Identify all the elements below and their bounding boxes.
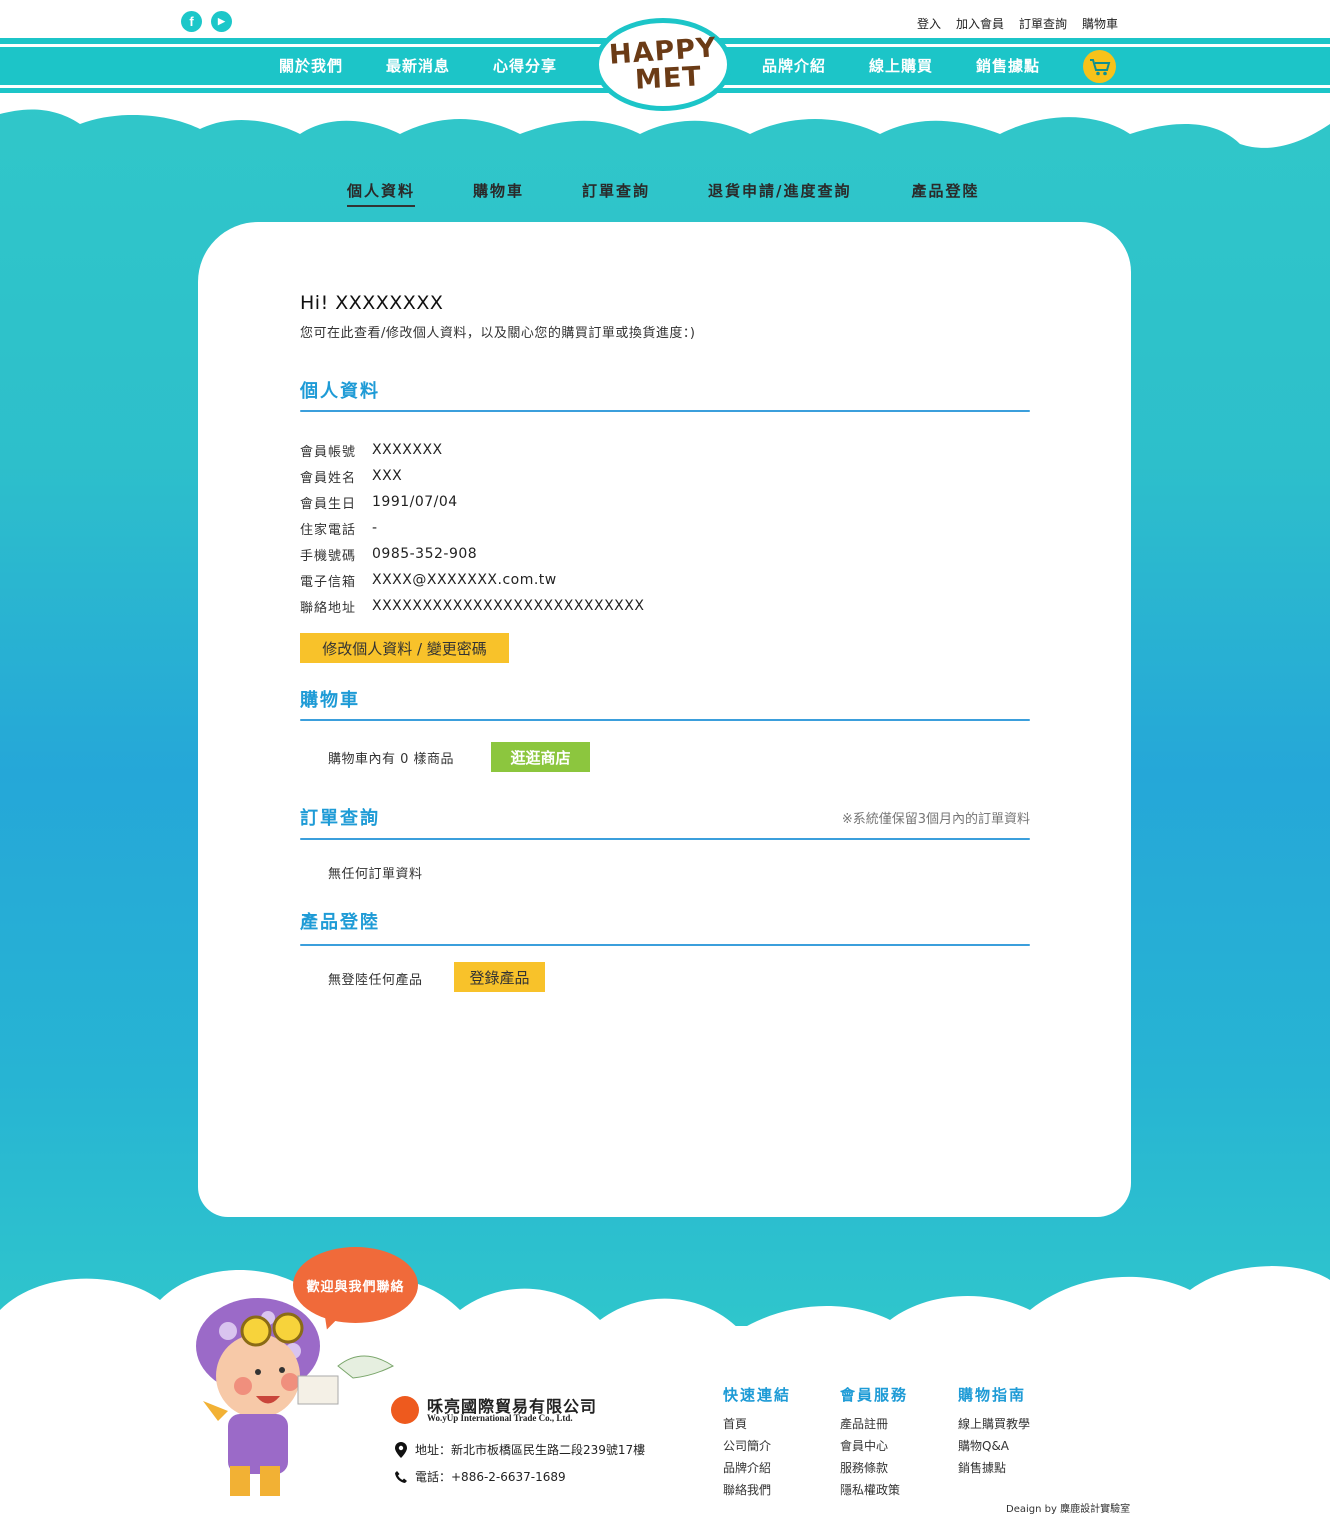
youtube-icon[interactable]: ▶ [211,11,232,32]
footer-shopping-guide: 購物指南 線上購買教學 購物Q&A 銷售據點 [958,1384,1030,1481]
products-section-title: 產品登陸 [300,912,380,933]
top-links: 登入 加入會員 訂單查詢 購物車 [917,15,1118,32]
nav-news[interactable]: 最新消息 [386,55,450,76]
register-product-button[interactable]: 登錄產品 [454,962,545,992]
section-divider [300,944,1030,946]
info-label: 會員姓名 [300,470,357,486]
orders-empty-text: 無任何訂單資料 [328,867,423,882]
greeting-title: Hi! XXXXXXXX [300,292,444,314]
company-logo-icon [391,1396,419,1424]
section-divider [300,838,1030,840]
section-divider [300,410,1030,412]
footer-column-title: 快速連結 [723,1386,792,1404]
profile-info: 會員帳號 XXXXXXX 會員姓名 XXX 會員生日 1991/07/04 住家電話 -… [300,437,644,619]
happymet-logo[interactable]: HAPPY MET [594,18,732,111]
phone-text: 電話：+886-2-6637-1689 [415,1470,566,1484]
info-row: 住家電話 - [300,515,644,541]
tab-profile[interactable]: 個人資料 [347,180,416,207]
login-link[interactable]: 登入 [917,15,941,32]
info-label: 電子信箱 [300,574,357,590]
info-label: 住家電話 [300,522,357,538]
design-credit: Deaign by 麋鹿設計實驗室 [1006,1504,1131,1515]
shopping-cart-icon[interactable] [1083,50,1116,83]
nav-brand[interactable]: 品牌介紹 [762,55,826,76]
social-links: f ▶ [181,11,232,32]
cart-status-text: 購物車內有 0 樣商品 [328,752,455,767]
footer-link-brand[interactable]: 品牌介紹 [723,1459,791,1481]
info-value: XXXX@XXXXXXX.com.tw [372,572,557,588]
nav-stores[interactable]: 銷售據點 [976,55,1040,76]
nav-buy-online[interactable]: 線上購買 [869,55,933,76]
info-row: 會員帳號 XXXXXXX [300,437,644,463]
mascot-illustration [196,1298,394,1496]
info-label: 會員帳號 [300,444,357,460]
info-row: 手機號碼 0985-352-908 [300,541,644,567]
logo-text-bottom: MET [633,60,703,96]
footer-link-stores[interactable]: 銷售據點 [958,1459,1030,1481]
greeting-subtitle: 您可在此查看/修改個人資料，以及關心您的購買訂單或換貨進度：) [300,326,696,341]
info-value: 0985-352-908 [372,546,478,562]
footer-link-privacy[interactable]: 隱私權政策 [840,1481,908,1503]
footer-link-terms[interactable]: 服務條款 [840,1459,908,1481]
order-query-link[interactable]: 訂單查詢 [1019,15,1067,32]
footer-member-services: 會員服務 產品註冊 會員中心 服務條款 隱私權政策 [840,1384,908,1503]
tab-orders[interactable]: 訂單查詢 [582,180,650,207]
browse-shop-button[interactable]: 逛逛商店 [491,742,590,772]
footer-link-buy-tutorial[interactable]: 線上購買教學 [958,1415,1030,1437]
tab-product-registration[interactable]: 產品登陸 [912,180,980,207]
info-row: 電子信箱 XXXX@XXXXXXX.com.tw [300,567,644,593]
greeting: Hi! XXXXXXXX 您可在此查看/修改個人資料，以及關心您的購買訂單或換貨… [300,292,1030,341]
info-row: 會員姓名 XXX [300,463,644,489]
footer-link-contact[interactable]: 聯絡我們 [723,1481,791,1503]
info-value: 1991/07/04 [372,494,458,510]
company-address: 地址：新北市板橋區民生路二段239號17樓 [395,1441,645,1458]
cart-section-title: 購物車 [300,690,360,711]
company-phone: 電話：+886-2-6637-1689 [395,1468,566,1485]
profile-section-title: 個人資料 [300,381,380,402]
footer-link-company[interactable]: 公司簡介 [723,1437,791,1459]
edit-profile-button[interactable]: 修改個人資料 / 變更密碼 [300,633,509,663]
nav-share[interactable]: 心得分享 [493,55,557,76]
products-section-header: 產品登陸 [300,908,1030,938]
info-value: - [372,520,378,536]
info-label: 手機號碼 [300,548,357,564]
member-subnav: 個人資料 購物車 訂單查詢 退貨申請/進度查詢 產品登陸 [347,180,980,207]
address-text: 地址：新北市板橋區民生路二段239號17樓 [415,1443,646,1457]
info-label: 聯絡地址 [300,600,357,616]
profile-section-header: 個人資料 [300,377,1030,407]
info-value: XXX [372,468,403,484]
info-label: 會員生日 [300,496,357,512]
cart-link[interactable]: 購物車 [1082,15,1118,32]
footer-column-title: 會員服務 [840,1386,909,1404]
cart-section-header: 購物車 [300,686,1030,716]
footer-column-title: 購物指南 [958,1386,1027,1404]
nav-about[interactable]: 關於我們 [279,55,343,76]
phone-icon [395,1470,407,1483]
info-row: 聯絡地址 XXXXXXXXXXXXXXXXXXXXXXXXXXX [300,593,644,619]
facebook-icon[interactable]: f [181,11,202,32]
info-value: XXXXXXXXXXXXXXXXXXXXXXXXXXX [372,598,645,614]
info-row: 會員生日 1991/07/04 [300,489,644,515]
footer-link-member-center[interactable]: 會員中心 [840,1437,908,1459]
register-link[interactable]: 加入會員 [956,15,1004,32]
contact-bubble[interactable]: 歡迎與我們聯絡 [293,1247,418,1323]
orders-retention-note: ※系統僅保留3個月內的訂單資料 [841,812,1030,827]
footer-link-faq[interactable]: 購物Q&A [958,1437,1030,1459]
footer-link-home[interactable]: 首頁 [723,1415,791,1437]
info-value: XXXXXXX [372,442,443,458]
footer-link-product-register[interactable]: 產品註冊 [840,1415,908,1437]
tab-cart[interactable]: 購物車 [473,180,524,207]
company-english-name: Wo.yUp International Trade Co., Ltd. [427,1413,573,1423]
location-pin-icon [395,1441,407,1458]
orders-section-header: 訂單查詢 ※系統僅保留3個月內的訂單資料 [300,804,1030,834]
section-divider [300,719,1030,721]
products-empty-text: 無登陸任何產品 [328,973,423,988]
tab-returns[interactable]: 退貨申請/進度查詢 [708,180,851,207]
footer-quick-links: 快速連結 首頁 公司簡介 品牌介紹 聯絡我們 [723,1384,791,1503]
